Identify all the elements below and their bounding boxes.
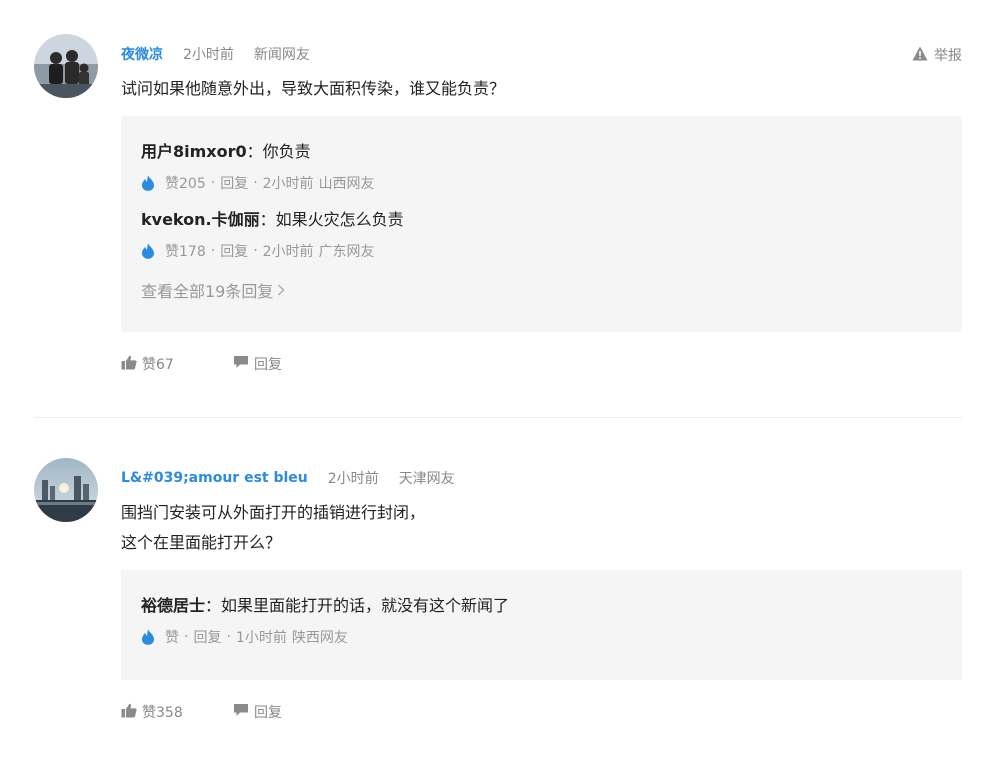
reply-region: 山西网友 bbox=[318, 176, 375, 192]
comment-meta: 夜微凉 2小时前 新闻网友 bbox=[121, 34, 962, 74]
chevron-right-icon bbox=[277, 284, 285, 296]
reply-meta: 赞178 · 回复 · 2小时前 广东网友 bbox=[141, 236, 942, 266]
comment-content-line: 这个在里面能打开么？ bbox=[121, 533, 282, 552]
report-label: 举报 bbox=[934, 48, 962, 64]
flame-icon[interactable] bbox=[141, 629, 155, 645]
comment-content-line: 围挡门安装可从外面打开的插销进行封闭， bbox=[121, 503, 426, 522]
comment-icon bbox=[233, 355, 254, 373]
comment-region: 天津网友 bbox=[398, 471, 455, 487]
report-button[interactable]: 举报 bbox=[912, 45, 962, 65]
reply-username[interactable]: 裕德居士 bbox=[141, 596, 205, 615]
reply-likes[interactable]: 赞 bbox=[165, 627, 179, 647]
thumbs-up-icon bbox=[121, 355, 142, 374]
reply-region: 陕西网友 bbox=[291, 630, 348, 646]
reply-item: 裕德居士：如果里面能打开的话，就没有这个新闻了 赞 · 回复 · 1小时前 陕西… bbox=[141, 590, 942, 652]
like-count: 赞358 bbox=[142, 705, 183, 721]
reply-text-line: 裕德居士：如果里面能打开的话，就没有这个新闻了 bbox=[141, 590, 942, 622]
flame-icon[interactable] bbox=[141, 175, 155, 191]
reply-username[interactable]: kvekon.卡伽丽 bbox=[141, 210, 260, 229]
comment-body: L&#039;amour est bleu 2小时前 天津网友 围挡门安装可从外… bbox=[121, 458, 962, 732]
reply-meta: 赞205 · 回复 · 2小时前 山西网友 bbox=[141, 168, 942, 198]
reply-reply-button[interactable]: 回复 bbox=[220, 241, 248, 261]
reply-username[interactable]: 用户8imxor0 bbox=[141, 142, 247, 161]
username[interactable]: 夜微凉 bbox=[121, 44, 163, 64]
reply-likes[interactable]: 赞178 bbox=[165, 241, 206, 261]
like-button[interactable]: 赞358 bbox=[121, 702, 233, 722]
reply-region: 广东网友 bbox=[318, 244, 375, 260]
comment-actions: 赞67 回复 bbox=[121, 344, 962, 384]
comment-content: 围挡门安装可从外面打开的插销进行封闭， 这个在里面能打开么？ bbox=[121, 498, 962, 558]
thumbs-up-icon bbox=[121, 703, 142, 722]
comment-icon bbox=[233, 703, 254, 721]
like-count: 赞67 bbox=[142, 357, 174, 373]
reply-button[interactable]: 回复 bbox=[233, 702, 282, 722]
reply-item: 用户8imxor0：你负责 赞205 · 回复 · 2小时前 山西网友 bbox=[141, 136, 942, 198]
reply-text-line: kvekon.卡伽丽：如果火灾怎么负责 bbox=[141, 204, 942, 236]
reply-separator: ： bbox=[205, 596, 222, 615]
view-all-label: 查看全部19条回复 bbox=[141, 282, 274, 301]
reply-label: 回复 bbox=[254, 357, 282, 373]
username[interactable]: L&#039;amour est bleu bbox=[121, 470, 308, 486]
comment-time: 2小时前 bbox=[327, 471, 379, 487]
comment-content: 试问如果他随意外出，导致大面积传染，谁又能负责？ bbox=[121, 79, 506, 98]
avatar[interactable] bbox=[34, 458, 98, 522]
comment-meta: L&#039;amour est bleu 2小时前 天津网友 bbox=[121, 458, 962, 498]
comment-divider bbox=[34, 417, 962, 418]
warning-icon bbox=[912, 46, 934, 65]
avatar[interactable] bbox=[34, 34, 98, 98]
comment-body: 夜微凉 2小时前 新闻网友 举报 试问如果他随意外出，导致大面积传染，谁又能负责… bbox=[121, 34, 962, 384]
reply-panel: 裕德居士：如果里面能打开的话，就没有这个新闻了 赞 · 回复 · 1小时前 陕西… bbox=[121, 570, 962, 680]
comment-region: 新闻网友 bbox=[253, 47, 310, 63]
reply-time: 2小时前 bbox=[262, 244, 314, 260]
reply-text-line: 用户8imxor0：你负责 bbox=[141, 136, 942, 168]
reply-text: 如果里面能打开的话，就没有这个新闻了 bbox=[221, 596, 510, 615]
reply-panel: 用户8imxor0：你负责 赞205 · 回复 · 2小时前 山西网友 kvek… bbox=[121, 116, 962, 332]
reply-time: 1小时前 bbox=[235, 630, 287, 646]
reply-likes[interactable]: 赞205 bbox=[165, 173, 206, 193]
flame-icon[interactable] bbox=[141, 243, 155, 259]
comment-actions: 赞358 回复 bbox=[121, 692, 962, 732]
reply-separator: ： bbox=[246, 142, 263, 161]
reply-text: 你负责 bbox=[262, 142, 311, 161]
reply-meta: 赞 · 回复 · 1小时前 陕西网友 bbox=[141, 622, 942, 652]
comment-time: 2小时前 bbox=[183, 47, 234, 63]
reply-reply-button[interactable]: 回复 bbox=[193, 627, 221, 647]
reply-label: 回复 bbox=[254, 705, 282, 721]
reply-time: 2小时前 bbox=[262, 176, 314, 192]
view-all-replies-link[interactable]: 查看全部19条回复 bbox=[141, 272, 942, 308]
like-button[interactable]: 赞67 bbox=[121, 354, 233, 374]
reply-item: kvekon.卡伽丽：如果火灾怎么负责 赞178 · 回复 · 2小时前 广东网… bbox=[141, 204, 942, 266]
reply-separator: ： bbox=[259, 210, 276, 229]
reply-reply-button[interactable]: 回复 bbox=[220, 173, 248, 193]
reply-text: 如果火灾怎么负责 bbox=[275, 210, 404, 229]
reply-button[interactable]: 回复 bbox=[233, 354, 282, 374]
